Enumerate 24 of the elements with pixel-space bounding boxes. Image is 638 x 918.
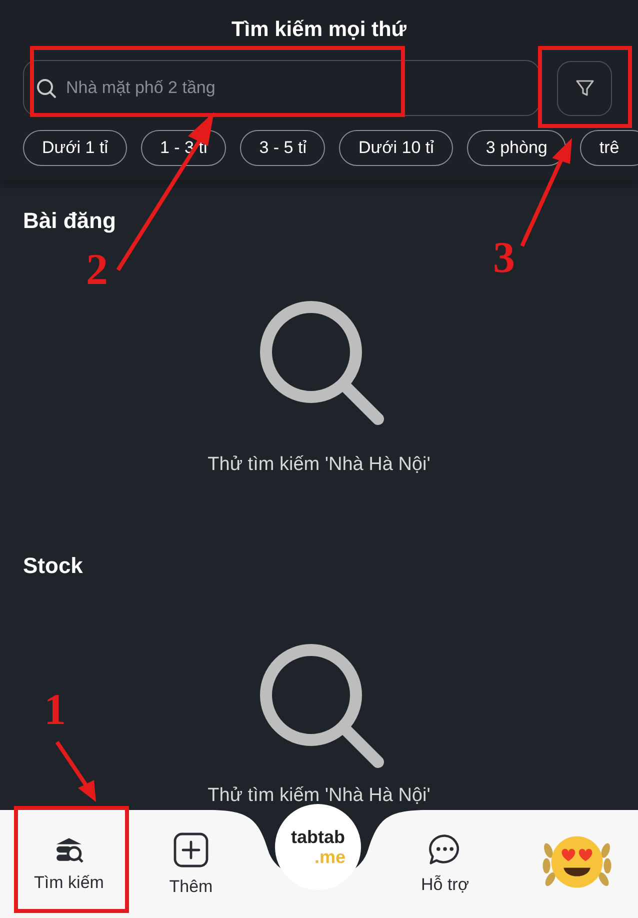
nav-tab[interactable]: Tìm kiếm [14, 836, 124, 906]
chat-icon [428, 832, 462, 866]
database-search-icon [54, 836, 84, 864]
section-title: Bài đăng [23, 207, 117, 235]
logo-suffix: .me [313, 847, 346, 867]
nav-tab[interactable]: Hỗ trợ [390, 836, 500, 906]
nav-tab[interactable]: Thêm [136, 836, 246, 906]
annotation-number: 2 [86, 248, 108, 292]
search-field[interactable]: Nhà mặt phố 2 tầng [23, 60, 540, 116]
empty-message: Thử tìm kiếm 'Nhà Hà Nội' [208, 453, 430, 477]
section-title: Stock [23, 552, 84, 580]
logo-button[interactable]: tabtab .me [275, 804, 361, 890]
filter-chip[interactable]: trê [580, 130, 638, 166]
logo-text: tabtab [291, 827, 345, 847]
plus-icon [173, 832, 209, 868]
annotation-number: 3 [493, 236, 515, 280]
filter-chip[interactable]: Dưới 10 tỉ [339, 130, 453, 166]
annotation-number: 1 [44, 688, 66, 732]
search-icon [35, 77, 57, 99]
filter-chip[interactable]: Dưới 1 tỉ [23, 130, 127, 166]
filter-chip[interactable]: 3 - 5 tỉ [240, 130, 326, 166]
page-title: Tìm kiếm mọi thứ [230, 17, 408, 43]
filter-icon [574, 77, 596, 99]
filter-button[interactable] [557, 60, 612, 116]
